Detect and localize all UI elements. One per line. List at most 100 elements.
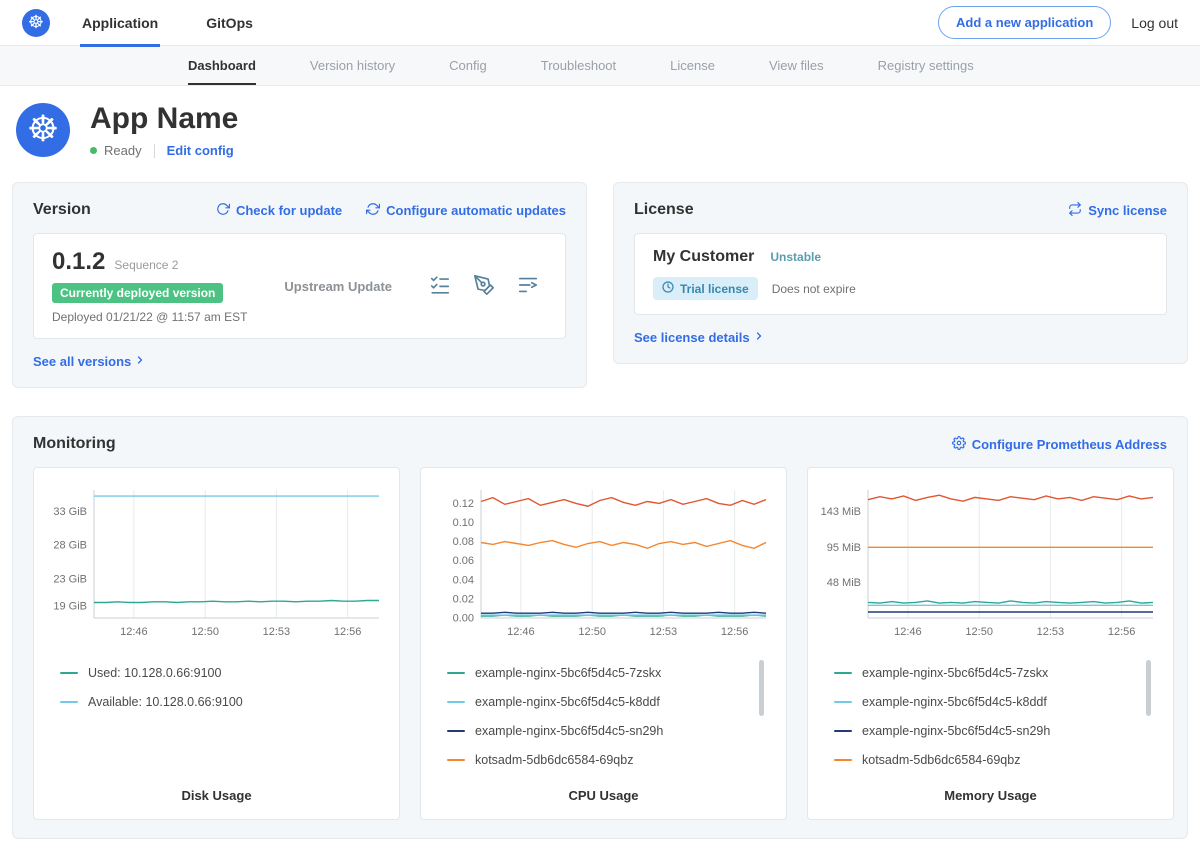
legend-item: kotsadm-5db6dc6584-69qbz [834, 745, 1153, 774]
svg-text:12:46: 12:46 [894, 626, 922, 638]
primary-nav: Application GitOps [80, 0, 299, 46]
nav-tab-gitops[interactable]: GitOps [204, 0, 255, 46]
svg-text:12:56: 12:56 [1108, 626, 1136, 638]
configure-prometheus-link[interactable]: Configure Prometheus Address [952, 436, 1167, 453]
svg-text:12:53: 12:53 [650, 626, 678, 638]
app-subnav: Dashboard Version history Config Trouble… [0, 46, 1200, 86]
legend-item: Available: 10.128.0.66:9100 [60, 687, 379, 716]
legend-label: kotsadm-5db6dc6584-69qbz [862, 753, 1020, 767]
app-status-row: Ready Edit config [90, 143, 238, 158]
legend-color-dash [60, 672, 78, 674]
legend-label: example-nginx-5bc6f5d4c5-sn29h [475, 724, 663, 738]
legend-label: example-nginx-5bc6f5d4c5-k8ddf [862, 695, 1047, 709]
legend-item: example-nginx-5bc6f5d4c5-sn29h [834, 716, 1153, 745]
kubernetes-logo-icon: ☸ [22, 9, 50, 37]
refresh-icon [216, 202, 230, 219]
legend-item: kotsadm-5db6dc6584-69qbz [447, 745, 766, 774]
svg-text:0.10: 0.10 [453, 517, 474, 529]
svg-text:12:50: 12:50 [578, 626, 606, 638]
sync-license-link[interactable]: Sync license [1068, 202, 1167, 219]
legend-scrollbar[interactable] [759, 660, 764, 716]
svg-text:12:50: 12:50 [965, 626, 993, 638]
configure-automatic-updates-link[interactable]: Configure automatic updates [366, 202, 566, 219]
legend-label: Available: 10.128.0.66:9100 [88, 695, 243, 709]
edit-config-link[interactable]: Edit config [167, 143, 234, 158]
trial-license-badge: Trial license [653, 277, 758, 300]
svg-text:19 GiB: 19 GiB [53, 600, 87, 612]
license-detail-card: My Customer Unstable Trial license Does … [634, 233, 1167, 315]
legend-scrollbar[interactable] [1146, 660, 1151, 716]
auto-update-icon [366, 202, 380, 219]
legend-item: example-nginx-5bc6f5d4c5-sn29h [447, 716, 766, 745]
disk-usage-card: 12:4612:5012:5312:5619 GiB23 GiB28 GiB33… [33, 467, 400, 820]
svg-text:0.00: 0.00 [453, 613, 474, 625]
legend-color-dash [60, 701, 78, 703]
legend-item: example-nginx-5bc6f5d4c5-7zskx [834, 658, 1153, 687]
dashboard-main: Version Check for update Configure autom… [0, 182, 1200, 863]
legend-label: example-nginx-5bc6f5d4c5-k8ddf [475, 695, 660, 709]
version-card: Version Check for update Configure autom… [12, 182, 587, 388]
app-header: ☸ App Name Ready Edit config [0, 86, 1200, 182]
nav-tab-application[interactable]: Application [80, 0, 160, 46]
see-license-details-label: See license details [634, 330, 750, 345]
check-for-update-link[interactable]: Check for update [216, 202, 342, 219]
tab-dashboard[interactable]: Dashboard [188, 46, 256, 85]
svg-text:0.02: 0.02 [453, 593, 474, 605]
config-pen-icon[interactable] [473, 274, 495, 299]
cpu-usage-legend: example-nginx-5bc6f5d4c5-7zskx example-ng… [447, 658, 766, 776]
release-notes-icon[interactable] [429, 274, 451, 299]
tab-view-files[interactable]: View files [769, 46, 824, 85]
legend-item: Used: 10.128.0.66:9100 [60, 658, 379, 687]
see-license-details-link[interactable]: See license details [634, 330, 765, 345]
navbar-right: Add a new application Log out [938, 6, 1178, 39]
license-card-title: License [634, 201, 694, 219]
current-version-card: 0.1.2 Sequence 2 Currently deployed vers… [33, 233, 566, 339]
svg-text:28 GiB: 28 GiB [53, 540, 87, 552]
disk-usage-chart: 12:4612:5012:5312:5619 GiB23 GiB28 GiB33… [44, 482, 389, 642]
upstream-update-label: Upstream Update [284, 279, 392, 294]
status-divider [154, 144, 155, 158]
legend-color-dash [834, 730, 852, 732]
add-application-button[interactable]: Add a new application [938, 6, 1111, 39]
customer-name: My Customer [653, 248, 754, 266]
svg-text:12:46: 12:46 [120, 626, 148, 638]
svg-text:12:53: 12:53 [1037, 626, 1065, 638]
see-all-versions-label: See all versions [33, 354, 131, 369]
tab-config[interactable]: Config [449, 46, 487, 85]
configure-prometheus-label: Configure Prometheus Address [972, 437, 1167, 452]
status-dot [90, 147, 97, 154]
cpu-usage-card: 12:4612:5012:5312:560.000.020.040.060.08… [420, 467, 787, 820]
legend-color-dash [447, 759, 465, 761]
svg-text:0.06: 0.06 [453, 555, 474, 567]
sync-license-label: Sync license [1088, 203, 1167, 218]
logout-link[interactable]: Log out [1131, 15, 1178, 31]
deploy-logs-icon[interactable] [517, 274, 539, 299]
memory-usage-chart: 12:4612:5012:5312:5648 MiB95 MiB143 MiB [818, 482, 1163, 642]
legend-color-dash [834, 701, 852, 703]
status-badge: Ready [104, 143, 142, 158]
chevron-right-icon [753, 330, 765, 345]
svg-text:23 GiB: 23 GiB [53, 573, 87, 585]
license-card: License Sync license My Customer Unstabl… [613, 182, 1188, 364]
tab-version-history[interactable]: Version history [310, 46, 395, 85]
gear-icon [952, 436, 966, 453]
legend-color-dash [447, 730, 465, 732]
sequence-label: Sequence 2 [114, 258, 178, 272]
tab-registry-settings[interactable]: Registry settings [878, 46, 974, 85]
legend-color-dash [447, 701, 465, 703]
legend-label: example-nginx-5bc6f5d4c5-7zskx [475, 666, 661, 680]
check-for-update-label: Check for update [236, 203, 342, 218]
trial-license-label: Trial license [680, 282, 749, 296]
legend-label: Used: 10.128.0.66:9100 [88, 666, 221, 680]
version-number: 0.1.2 [52, 248, 105, 276]
monitoring-card: Monitoring Configure Prometheus Address … [12, 416, 1188, 839]
sync-icon [1068, 202, 1082, 219]
tab-troubleshoot[interactable]: Troubleshoot [541, 46, 616, 85]
tab-license[interactable]: License [670, 46, 715, 85]
configure-automatic-updates-label: Configure automatic updates [386, 203, 566, 218]
deployed-version-badge: Currently deployed version [52, 283, 223, 303]
legend-label: example-nginx-5bc6f5d4c5-sn29h [862, 724, 1050, 738]
memory-usage-legend: example-nginx-5bc6f5d4c5-7zskx example-ng… [834, 658, 1153, 776]
clock-icon [662, 281, 674, 296]
see-all-versions-link[interactable]: See all versions [33, 354, 146, 369]
